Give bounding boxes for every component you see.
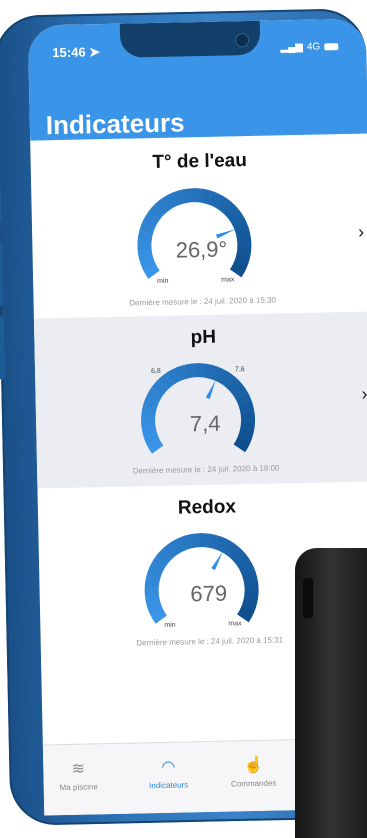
gauge-value: 7,4 xyxy=(189,410,221,437)
gauge-arc-segment xyxy=(231,384,249,400)
indicator-title: Redox xyxy=(177,496,237,519)
gauge-needle xyxy=(205,379,216,400)
signal-icon: ▂▄▆ xyxy=(280,41,304,54)
gauge-arc-segment xyxy=(201,188,215,205)
gauge-arc-segment xyxy=(234,554,252,570)
gauge-icon: ◠ xyxy=(161,758,176,776)
tab-ma-piscine[interactable]: ≋ Ma piscine xyxy=(33,758,124,793)
tab-commandes[interactable]: ☝ Commandes xyxy=(208,754,299,789)
indicator-title: pH xyxy=(190,326,217,349)
gauge-arc-segment xyxy=(237,607,254,623)
gauge-arc-segment xyxy=(208,191,224,209)
gauge-arc-segment xyxy=(139,219,157,234)
gauge-arc-segment xyxy=(143,210,161,227)
network-label: 4G xyxy=(306,41,321,53)
status-time: 15:46 ➤ xyxy=(52,44,100,61)
gauge-arc-segment xyxy=(204,363,218,380)
gauge-arc-segment xyxy=(235,392,253,408)
gauge-arc-segment xyxy=(200,533,212,548)
last-measure: Dernière mesure le : 24 juil. 2020 à 15:… xyxy=(129,295,277,308)
tab-label: Ma piscine xyxy=(59,782,98,793)
gauge-arc-segment xyxy=(182,188,195,204)
tab-label: Indicateurs xyxy=(149,780,189,791)
location-arrow-icon: ➤ xyxy=(89,44,101,60)
gauge-arc-segment xyxy=(208,533,222,550)
gauge-arc-segment xyxy=(155,547,173,565)
pool-icon: ≋ xyxy=(71,760,86,778)
indicator-title: T° de l'eau xyxy=(152,150,248,174)
gauge-max-label: max xyxy=(228,620,242,628)
gauge-min-label: min xyxy=(164,621,176,629)
gauge-arc-segment xyxy=(176,364,190,381)
tab-indicateurs[interactable]: ◠ Indicateurs xyxy=(123,756,214,791)
volume-up-button xyxy=(0,241,4,306)
gauge-arc-segment xyxy=(150,608,168,624)
gauge-arc-segment xyxy=(143,394,160,409)
indicator-water-temp[interactable]: T° de l'eau 26,9° min max Dernière mesur… xyxy=(30,134,367,319)
gauge-arc-segment xyxy=(173,189,187,206)
gauge-arc-segment xyxy=(142,263,160,279)
notch xyxy=(119,20,261,58)
gauge-arc-segment xyxy=(229,262,247,278)
gauge-arc-segment xyxy=(146,385,164,402)
side-button xyxy=(0,185,2,222)
gauge-arc-segment xyxy=(215,536,231,554)
gauge-arc-segment xyxy=(223,540,240,558)
gauge-arc-segment xyxy=(190,533,202,549)
status-bar-right: ▂▄▆ 4G xyxy=(280,41,339,54)
gauge-arc-segment xyxy=(146,438,164,454)
gauge-arc-segment xyxy=(150,555,168,572)
gauge-arc-segment xyxy=(227,209,245,226)
hand-pointer-icon: ☝ xyxy=(243,756,264,775)
chevron-right-icon[interactable]: › xyxy=(361,384,367,405)
gauge-arc-segment xyxy=(163,192,179,209)
gauge-value: 26,9° xyxy=(175,236,228,263)
gauge-arc-segment xyxy=(152,378,170,395)
gauge-arc-segment xyxy=(215,195,232,213)
gauge-arc-segment xyxy=(212,366,228,384)
gauge-arc-segment xyxy=(196,363,208,378)
gauge-arc-segment xyxy=(233,437,251,453)
device-clip xyxy=(303,578,313,618)
gauge-arc-segment xyxy=(159,371,176,389)
gauge-arc-segment xyxy=(225,376,243,394)
gauge-arc-segment xyxy=(148,203,166,220)
chevron-right-icon[interactable]: › xyxy=(358,222,364,243)
gauge-arc-segment xyxy=(180,534,194,551)
gauge-arc-segment xyxy=(219,370,236,388)
gauge-max-label: max xyxy=(221,276,235,284)
gauge-min-label: min xyxy=(157,277,169,285)
gauge-arc-segment xyxy=(222,201,239,219)
tab-label: Commandes xyxy=(230,778,277,789)
gauge-needle xyxy=(211,551,223,571)
status-time-text: 15:46 xyxy=(52,44,86,61)
indicator-ph[interactable]: pH 6,8 7,6 7,4 Dernière mesure le : 24 j… xyxy=(33,311,367,489)
gauge-arc-segment xyxy=(146,564,164,579)
gauge-arc-segment xyxy=(239,562,256,578)
page-title: Indicateurs xyxy=(45,107,185,141)
gauge-arc-segment xyxy=(167,367,183,384)
volume-down-button xyxy=(0,315,6,380)
gauge-arc-segment xyxy=(162,541,180,559)
gauge-arc-segment xyxy=(171,537,187,554)
gauge-arc-segment xyxy=(229,546,247,564)
camera-icon xyxy=(234,32,250,48)
battery-icon xyxy=(324,43,339,51)
gauge-arc-segment xyxy=(155,196,172,214)
app-header: 15:46 ➤ ▂▄▆ 4G Indicateurs xyxy=(27,18,367,141)
gauge-arc-segment xyxy=(232,217,249,233)
gauge-arc-segment xyxy=(193,188,205,203)
pool-device xyxy=(295,548,367,838)
gauge-arc-segment xyxy=(186,363,198,379)
